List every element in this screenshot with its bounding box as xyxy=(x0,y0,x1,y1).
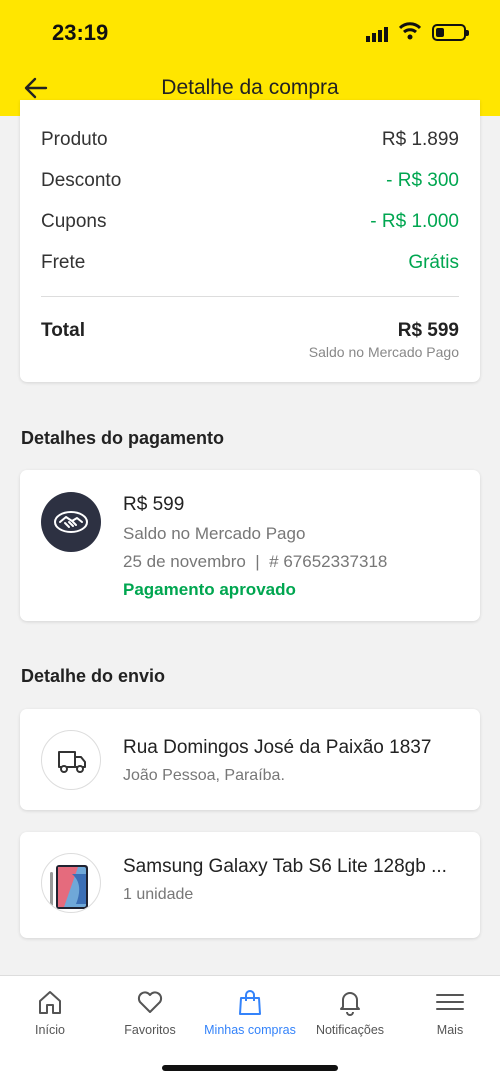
summary-value: Grátis xyxy=(408,252,459,273)
product-name: Samsung Galaxy Tab S6 Lite 128gb ... xyxy=(123,856,447,877)
tab-label: Mais xyxy=(436,1023,464,1037)
divider xyxy=(41,296,459,297)
total-payment-note: Saldo no Mercado Pago xyxy=(308,344,459,360)
summary-label: Desconto xyxy=(41,170,122,191)
bell-icon xyxy=(340,992,360,1016)
shipping-city: João Pessoa, Paraíba. xyxy=(123,767,285,784)
summary-label: Cupons xyxy=(41,211,107,232)
payment-amount: R$ 599 xyxy=(123,494,185,515)
heart-icon xyxy=(137,991,163,1013)
payment-date-id: 25 de novembro | # 67652337318 xyxy=(123,552,388,571)
summary-row-shipping: Frete Grátis xyxy=(41,252,459,274)
handshake-icon xyxy=(41,492,101,552)
wifi-icon xyxy=(399,22,421,40)
summary-value: R$ 1.899 xyxy=(381,129,459,150)
total-label: Total xyxy=(41,320,85,341)
total-value: R$ 599 xyxy=(397,320,459,341)
product-card[interactable]: Samsung Galaxy Tab S6 Lite 128gb ... 1 u… xyxy=(20,832,480,938)
home-indicator[interactable] xyxy=(162,1065,338,1071)
app-header: 23:19 Detalhe da compra xyxy=(0,0,500,116)
page-title: Detalhe da compra xyxy=(161,76,339,99)
tab-home[interactable]: Início xyxy=(0,976,100,1046)
tab-my-purchases[interactable]: Minhas compras xyxy=(200,976,300,1046)
shipping-section-title: Detalhe do envio xyxy=(21,666,166,686)
status-bar: 23:19 xyxy=(0,0,500,64)
product-thumbnail xyxy=(41,853,101,913)
tab-more[interactable]: Mais xyxy=(400,976,500,1046)
tab-notifications[interactable]: Notificações xyxy=(300,976,400,1046)
product-quantity: 1 unidade xyxy=(123,886,194,903)
summary-value: - R$ 300 xyxy=(386,170,459,191)
menu-icon xyxy=(436,994,464,1010)
price-summary-card: Produto R$ 1.899 Desconto - R$ 300 Cupon… xyxy=(20,100,480,382)
summary-row-discount: Desconto - R$ 300 xyxy=(41,170,459,192)
summary-value: - R$ 1.000 xyxy=(370,211,459,232)
status-time: 23:19 xyxy=(52,20,109,45)
battery-icon xyxy=(432,24,469,41)
truck-icon xyxy=(41,730,101,790)
cellular-signal-icon xyxy=(366,27,388,42)
shipping-address: Rua Domingos José da Paixão 1837 xyxy=(123,737,432,758)
payment-method: Saldo no Mercado Pago xyxy=(123,524,306,543)
summary-label: Produto xyxy=(41,129,108,150)
shipping-card[interactable]: Rua Domingos José da Paixão 1837 João Pe… xyxy=(20,709,480,810)
payment-status: Pagamento aprovado xyxy=(123,580,296,599)
payment-card[interactable]: R$ 599 Saldo no Mercado Pago 25 de novem… xyxy=(20,470,480,621)
summary-row-product: Produto R$ 1.899 xyxy=(41,129,459,151)
summary-label: Frete xyxy=(41,252,86,273)
summary-row-coupons: Cupons - R$ 1.000 xyxy=(41,211,459,233)
shopping-bag-icon xyxy=(239,990,261,1015)
home-icon xyxy=(39,991,61,1014)
payment-section-title: Detalhes do pagamento xyxy=(21,428,225,448)
tab-favorites[interactable]: Favoritos xyxy=(100,976,200,1046)
